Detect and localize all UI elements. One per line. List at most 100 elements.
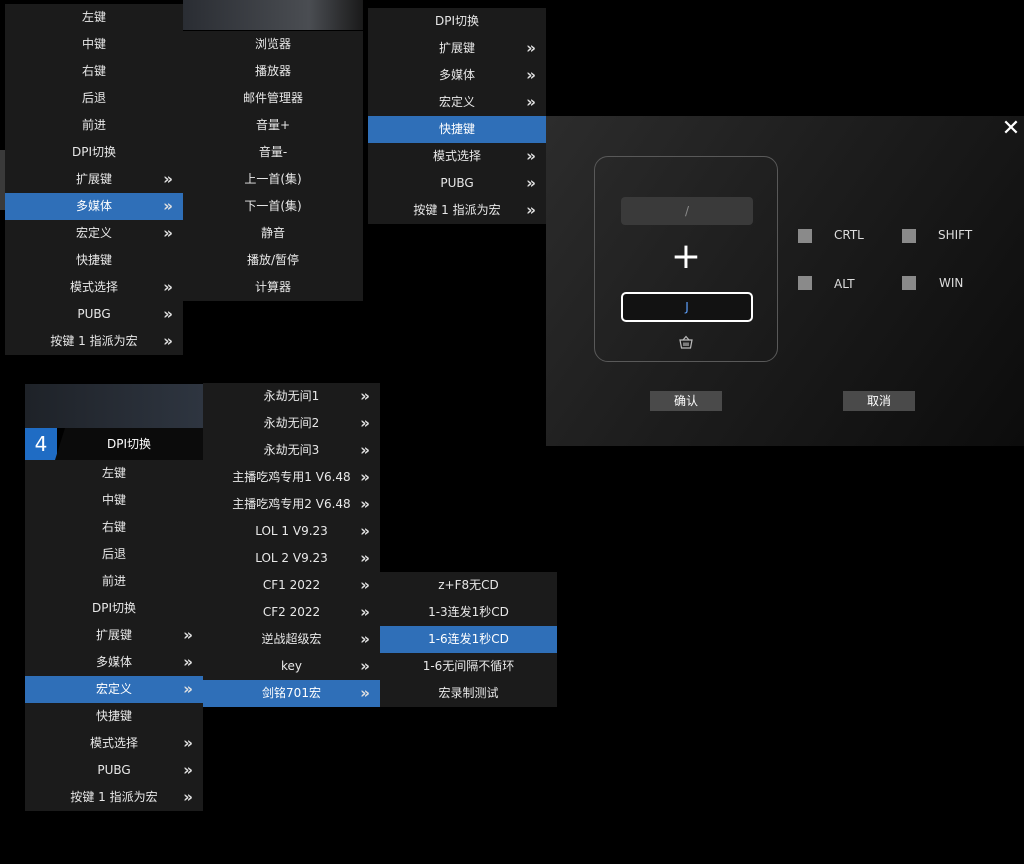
menu-item[interactable]: 快捷键 [368,116,546,143]
menu-item[interactable]: 扩展键 » [368,35,546,62]
menu-item[interactable]: 宏定义 » [368,89,546,116]
menu-item[interactable]: 快捷键 [25,703,203,730]
menu-item[interactable]: 1-3连发1秒CD [380,599,557,626]
menu-item[interactable]: 1-6连发1秒CD [380,626,557,653]
context-menu-main: 左键 中键 右键 后退 前进 DPI切换扩展键 » 多媒体 » 宏定义 » 快捷键 模式选择 » PUBG »… [5,4,183,355]
menu-item[interactable]: DPI切换 [368,8,546,35]
basket-icon[interactable] [595,335,777,352]
menu-item[interactable]: CF2 2022 » [203,599,380,626]
menu-item[interactable]: 前进 [25,568,203,595]
menu-item[interactable]: 宏定义 » [25,676,203,703]
menu-item[interactable]: 永劫无间1 » [203,383,380,410]
menu-item-label: 多媒体 [95,655,132,669]
menu-item-label: 宏定义 [95,682,132,696]
menu-item[interactable]: PUBG » [368,170,546,197]
menu-item[interactable]: 前进 [5,112,183,139]
menu-item[interactable]: 浏览器 [183,31,363,58]
confirm-button[interactable]: 确认 [650,391,722,411]
menu-item[interactable]: 模式选择 » [25,730,203,757]
menu-item[interactable]: 多媒体 » [368,62,546,89]
menu-item[interactable]: 永劫无间2 » [203,410,380,437]
menu-item[interactable]: 快捷键 [5,247,183,274]
menu-item[interactable]: 音量- [183,139,363,166]
menu-item[interactable]: 模式选择 » [5,274,183,301]
menu-item[interactable]: key » [203,653,380,680]
menu-item[interactable]: 逆战超级宏 » [203,626,380,653]
cancel-button[interactable]: 取消 [843,391,915,411]
key-input[interactable] [621,292,753,322]
menu-item-label: LOL 2 V9.23 [255,551,328,565]
modifier-checkbox-ctrl[interactable] [798,229,812,243]
menu-item-label: z+F8无CD [438,578,499,592]
menu-item-label: 按键 1 指派为宏 [413,203,501,217]
menu-item[interactable]: PUBG » [25,757,203,784]
menu-item[interactable]: 多媒体 » [25,649,203,676]
menu-item-label: 静音 [260,226,285,240]
close-icon[interactable]: ✕ [1000,116,1022,142]
menu-item[interactable]: 扩展键 » [25,622,203,649]
menu-item[interactable]: 中键 [25,487,203,514]
menu-item[interactable]: z+F8无CD [380,572,557,599]
menu-item[interactable]: 计算器 [183,274,363,301]
menu-item-label: LOL 1 V9.23 [255,524,328,538]
modifier-checkbox-shift[interactable] [902,229,916,243]
menu-item[interactable]: CF1 2022 » [203,572,380,599]
menu-item[interactable]: 播放/暂停 [183,247,363,274]
menu-item-label: 1-6连发1秒CD [428,632,509,646]
menu-item-label: 模式选择 [89,736,138,750]
menu-item[interactable]: LOL 1 V9.23 » [203,518,380,545]
modifier-checkbox-win[interactable] [902,276,916,290]
modifier-label: WIN [939,276,964,290]
chevron-double-right-icon: » [526,147,536,165]
context-menu-macro: 4 DPI切换 左键 中键 右键 后退 前进 DPI切换 扩展键 » 多媒体 » 宏定义 » 快捷键 模式… [25,428,203,811]
menu-item[interactable]: 静音 [183,220,363,247]
chevron-double-right-icon: » [526,66,536,84]
menu-item[interactable]: 按键 1 指派为宏 » [5,328,183,355]
menu-item[interactable]: 上一首(集) [183,166,363,193]
submenu-macro-actions: z+F8无CD 1-3连发1秒CD 1-6连发1秒CD 1-6无间隔不循环 宏录制测试 [380,572,557,707]
chevron-double-right-icon: » [526,39,536,57]
menu-item[interactable]: 后退 [25,541,203,568]
menu-item[interactable]: LOL 2 V9.23 » [203,545,380,572]
menu-item-label: 按键 1 指派为宏 [50,334,138,348]
menu-item[interactable]: 下一首(集) [183,193,363,220]
chevron-double-right-icon: » [526,93,536,111]
menu-item-label: 音量- [258,145,288,159]
menu-item-label: DPI切换 [71,145,117,159]
menu-item[interactable]: 模式选择 » [368,143,546,170]
menu-item[interactable]: DPI切换 [5,139,183,166]
chevron-double-right-icon: » [183,734,193,752]
menu-item[interactable]: DPI切换 [25,595,203,622]
menu-item[interactable]: 中键 [5,31,183,58]
menu-item[interactable]: 主播吃鸡专用2 V6.48 » [203,491,380,518]
menu-item-label: 上一首(集) [244,172,302,186]
menu-item[interactable]: 邮件管理器 [183,85,363,112]
menu-item[interactable]: 左键 [25,460,203,487]
menu-item[interactable]: 宏定义 » [5,220,183,247]
modifier-checkbox-alt[interactable] [798,276,812,290]
menu-item[interactable]: 剑铭701宏 » [203,680,380,707]
menu-item[interactable]: 播放器 [183,58,363,85]
chevron-double-right-icon: » [360,495,370,513]
menu-item[interactable]: 音量+ [183,112,363,139]
menu-item[interactable]: 按键 1 指派为宏 » [25,784,203,811]
menu-item[interactable]: 宏录制测试 [380,680,557,707]
menu-item[interactable]: PUBG » [5,301,183,328]
menu-item[interactable]: 按键 1 指派为宏 » [368,197,546,224]
menu-item-label: 右键 [101,520,126,534]
chevron-double-right-icon: » [360,387,370,405]
menu-item[interactable]: 右键 [5,58,183,85]
menu-header: 4 DPI切换 [25,428,203,460]
menu-item[interactable]: 右键 [25,514,203,541]
menu-item[interactable]: 主播吃鸡专用1 V6.48 » [203,464,380,491]
menu-item[interactable]: 1-6无间隔不循环 [380,653,557,680]
menu-item[interactable]: 后退 [5,85,183,112]
submenu-multimedia: 浏览器 播放器 邮件管理器 音量+ 音量- 上一首(集) 下一首(集) 静音播放/暂停 计算器 [183,31,363,301]
menu-item[interactable]: 左键 [5,4,183,31]
chevron-double-right-icon: » [183,653,193,671]
menu-item[interactable]: 扩展键 » [5,166,183,193]
menu-item-label: PUBG [77,307,111,321]
menu-item-label: 中键 [101,493,126,507]
menu-item[interactable]: 多媒体 » [5,193,183,220]
menu-item[interactable]: 永劫无间3 » [203,437,380,464]
